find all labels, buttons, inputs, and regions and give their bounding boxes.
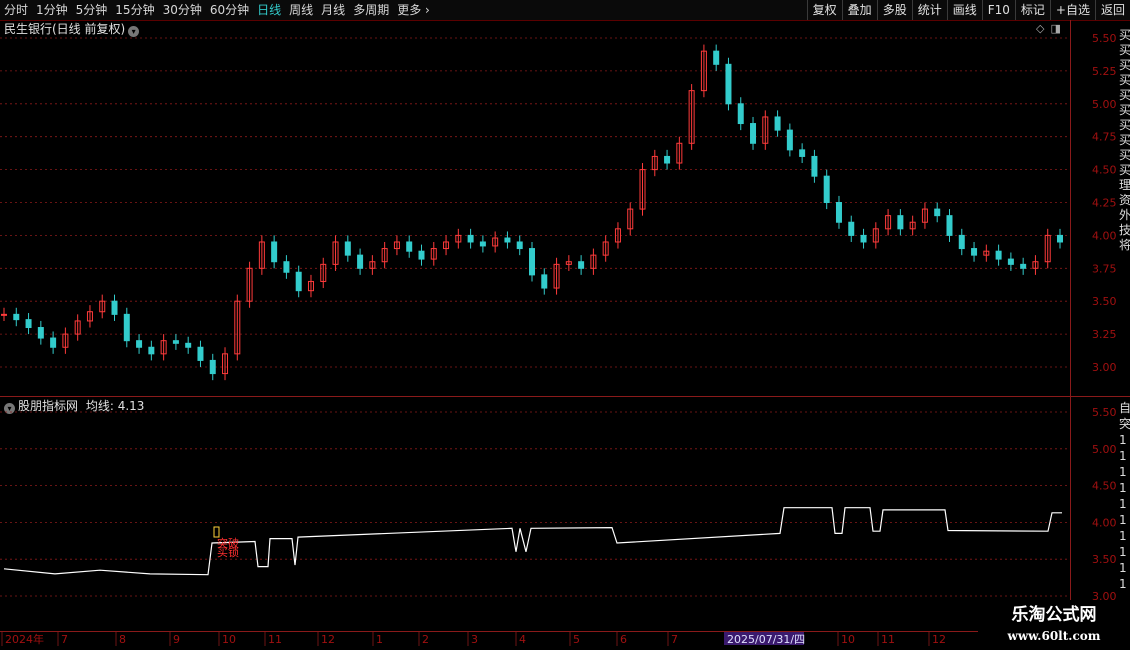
candle-body	[541, 274, 548, 289]
candle-body	[13, 313, 20, 321]
candle-body	[1057, 234, 1063, 243]
candle-body	[713, 50, 720, 65]
candle-body	[664, 155, 671, 164]
candle-body	[971, 248, 978, 256]
watermark-brand: 乐淘公式网	[1011, 605, 1097, 625]
indicator-ma-line	[3, 507, 1062, 576]
candle-body	[467, 234, 474, 243]
main-y-tick-label: 3.50	[1092, 295, 1117, 308]
candle-body	[1020, 263, 1027, 269]
chart-canvas[interactable]: 5.50 5.25 5.00 4.75 4.50 4.25 4.00 3.75 3.50 3.25…	[0, 0, 1130, 650]
main-y-tick-label: 3.75	[1092, 262, 1117, 275]
candle-body	[283, 261, 290, 273]
x-axis-label: 11	[881, 633, 895, 646]
x-axis-highlight-label: 2025/07/31/四	[727, 633, 805, 646]
candle-body	[37, 327, 44, 339]
candle-body	[934, 208, 941, 217]
x-axis-label: 11	[268, 633, 282, 646]
candle-body	[185, 342, 192, 348]
side-text-top: 买买买买买买买买买买理资外技将	[1119, 28, 1130, 252]
candle-body	[406, 241, 413, 252]
candle-body	[172, 340, 179, 344]
candle-body	[504, 237, 511, 243]
x-axis-label: 7	[671, 633, 678, 646]
main-y-tick-label: 4.50	[1092, 164, 1117, 177]
breakout-marker	[213, 526, 220, 538]
main-y-tick-label: 3.00	[1092, 361, 1117, 374]
x-axis-label: 2	[422, 633, 429, 646]
candle-body	[823, 175, 830, 203]
x-axis-label: 10	[222, 633, 236, 646]
candle-body	[295, 271, 302, 292]
indicator-y-tick-label: 5.00	[1092, 443, 1117, 456]
buy-label: 买锁	[217, 545, 239, 559]
candle-body	[344, 241, 351, 256]
candle-body	[271, 241, 278, 263]
watermark-url: www.60lt.com	[1007, 629, 1101, 643]
indicator-y-tick-label: 5.50	[1092, 406, 1117, 419]
x-axis-label: 10	[841, 633, 855, 646]
main-y-tick-label: 5.25	[1092, 65, 1117, 78]
candle-body	[418, 250, 425, 260]
main-y-tick-label: 5.50	[1092, 32, 1117, 45]
x-axis-label: 1	[376, 633, 383, 646]
candle-body	[811, 155, 818, 177]
candle-body	[25, 319, 32, 329]
x-axis-label: 6	[620, 633, 627, 646]
main-y-tick-label: 4.75	[1092, 131, 1117, 144]
x-axis-label: 7	[61, 633, 68, 646]
main-y-tick-label: 4.25	[1092, 197, 1117, 210]
side-text-bottom: 自突1111111111	[1119, 401, 1130, 591]
candle-body	[529, 248, 535, 276]
x-axis-label: 12	[932, 633, 946, 646]
candle-body	[123, 313, 130, 342]
x-axis-label: 5	[573, 633, 580, 646]
candle-body	[357, 254, 364, 269]
indicator-y-tick-label: 3.50	[1092, 553, 1117, 566]
candle-body	[737, 103, 744, 125]
candle-body	[1007, 258, 1014, 265]
candle-body	[799, 149, 806, 157]
x-axis-label: 9	[173, 633, 180, 646]
candle-body	[578, 261, 585, 269]
candle-body	[774, 116, 781, 131]
x-axis-label: 2024年	[5, 632, 44, 646]
watermark: 乐淘公式网 www.60lt.com	[978, 600, 1130, 650]
candle-body	[946, 215, 953, 236]
candle-body	[848, 221, 855, 236]
candle-body	[197, 346, 204, 361]
candle-body	[209, 359, 216, 375]
candle-body	[136, 340, 143, 348]
main-y-tick-label: 3.25	[1092, 328, 1117, 341]
candle-body	[725, 63, 732, 105]
candle-body	[516, 241, 523, 250]
candle-body	[1, 313, 7, 316]
main-y-tick-label: 4.00	[1092, 229, 1117, 242]
x-axis-label: 8	[119, 633, 126, 646]
candle-body	[835, 202, 842, 223]
candle-body	[995, 250, 1002, 260]
candle-body	[50, 337, 57, 348]
candle-body	[111, 300, 118, 315]
candle-body	[897, 215, 904, 230]
candle-body	[479, 241, 486, 247]
indicator-y-tick-label: 4.50	[1092, 480, 1117, 493]
side-info-column: 买买买买买买买买买买理资外技将 自突1111111111	[1119, 20, 1130, 632]
candle-body	[148, 346, 155, 355]
main-y-tick-label: 5.00	[1092, 98, 1117, 111]
candle-body	[958, 234, 965, 250]
candle-body	[860, 234, 867, 243]
x-axis-label: 4	[519, 633, 526, 646]
x-axis-label: 12	[321, 633, 335, 646]
x-axis-label: 3	[471, 633, 478, 646]
indicator-y-tick-label: 4.00	[1092, 516, 1117, 529]
candle-body	[750, 123, 757, 144]
candle-body	[786, 129, 793, 151]
